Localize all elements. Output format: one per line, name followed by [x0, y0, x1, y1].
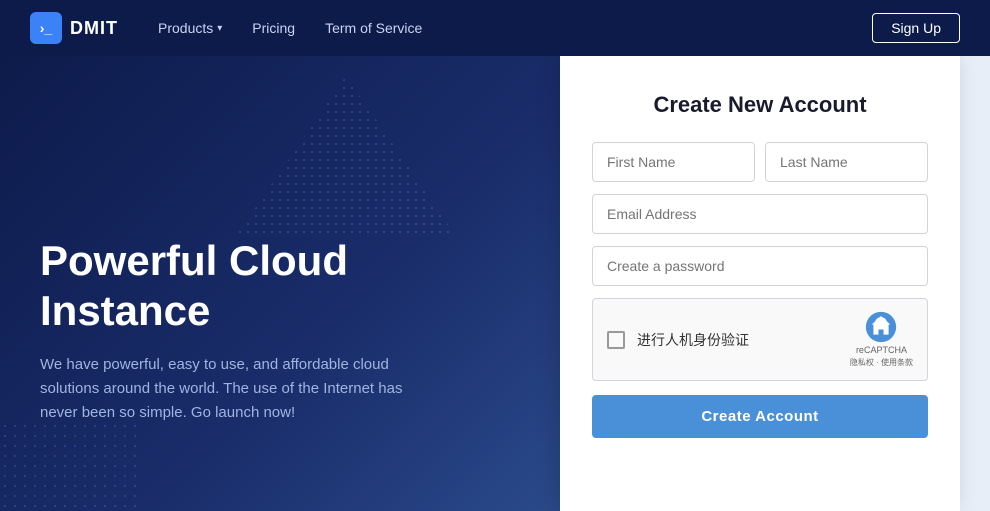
captcha-left: 进行人机身份验证: [607, 330, 749, 350]
form-title: Create New Account: [592, 92, 928, 118]
logo-text: DMIT: [70, 18, 118, 39]
chevron-down-icon: ▾: [217, 23, 222, 34]
dots-decoration: [0, 421, 140, 511]
last-name-input[interactable]: [765, 142, 928, 182]
signup-form-panel: Create New Account 进行人机身份验证: [560, 56, 960, 511]
recaptcha-links-text: 隐私权 · 使用条款: [850, 357, 913, 368]
nav-tos-label: Term of Service: [325, 20, 422, 36]
recaptcha-brand-text: reCAPTCHA: [856, 345, 907, 355]
right-overflow: [960, 56, 990, 511]
password-input[interactable]: [592, 246, 928, 286]
nav-products-label: Products: [158, 20, 213, 36]
email-field-wrapper: [592, 194, 928, 234]
nav-tos[interactable]: Term of Service: [325, 20, 422, 36]
hero-section: Powerful Cloud Instance We have powerful…: [0, 56, 560, 511]
captcha-box[interactable]: 进行人机身份验证 reCAPTCHA 隐私权 · 使用条款: [592, 298, 928, 381]
logo-icon: ›_: [30, 12, 62, 44]
password-field-wrapper: [592, 246, 928, 286]
main-area: Powerful Cloud Instance We have powerful…: [0, 56, 990, 511]
nav-links: Products ▾ Pricing Term of Service: [158, 20, 872, 36]
recaptcha-logo-icon: [865, 311, 897, 343]
nav-pricing[interactable]: Pricing: [252, 20, 295, 36]
captcha-label: 进行人机身份验证: [637, 330, 749, 350]
hero-title: Powerful Cloud Instance: [40, 236, 520, 337]
captcha-checkbox[interactable]: [607, 331, 625, 349]
email-input[interactable]: [592, 194, 928, 234]
nav-products[interactable]: Products ▾: [158, 20, 222, 36]
logo[interactable]: ›_ DMIT: [30, 12, 118, 44]
first-name-input[interactable]: [592, 142, 755, 182]
signup-button[interactable]: Sign Up: [872, 13, 960, 43]
name-row: [592, 142, 928, 182]
hero-subtitle: We have powerful, easy to use, and affor…: [40, 353, 420, 425]
navbar: ›_ DMIT Products ▾ Pricing Term of Servi…: [0, 0, 990, 56]
nav-pricing-label: Pricing: [252, 20, 295, 36]
captcha-right: reCAPTCHA 隐私权 · 使用条款: [850, 311, 913, 368]
create-account-button[interactable]: Create Account: [592, 395, 928, 438]
